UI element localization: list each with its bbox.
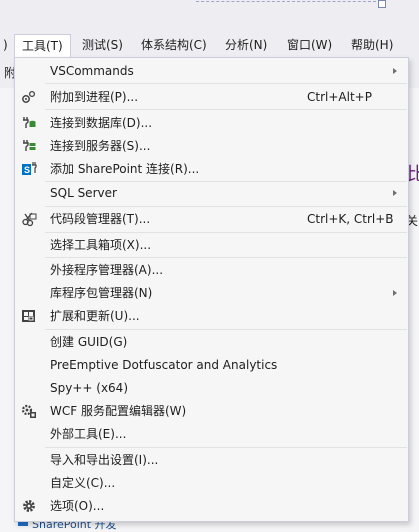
window-title-strip <box>0 0 419 34</box>
menu-item-label: 连接到数据库(D)... <box>50 116 153 130</box>
menubar-overflow-paren: ) <box>3 38 8 52</box>
code-snippet-icon <box>21 211 37 227</box>
menu-item-label: VSCommands <box>50 64 134 78</box>
submenu-arrow-icon <box>393 68 397 74</box>
menu-item-label: 代码段管理器(T)... <box>50 212 151 226</box>
connect-database-icon <box>21 115 37 131</box>
menu-item-label: WCF 服务配置编辑器(W) <box>50 404 187 418</box>
menu-item-label: 外接程序管理器(A)... <box>50 263 164 277</box>
menu-separator <box>45 232 407 233</box>
menu-item-choose-toolbox[interactable]: 选择工具箱项(X)... <box>15 234 408 256</box>
window-corner-box <box>378 0 386 8</box>
menu-item-label: 扩展和更新(U)... <box>50 309 140 323</box>
menu-separator <box>45 83 407 84</box>
menu-item-label: 附加到进程(P)... <box>50 90 139 104</box>
attach-process-icon <box>21 89 37 105</box>
submenu-arrow-icon <box>393 190 397 196</box>
menu-item-shortcut: Ctrl+K, Ctrl+B <box>307 212 394 226</box>
menubar-test[interactable]: 测试(S) <box>75 34 130 57</box>
menu-item-package-manager[interactable]: 库程序包管理器(N) <box>15 282 408 304</box>
menu-item-create-guid[interactable]: 创建 GUID(G) <box>15 331 408 353</box>
tools-dropdown-menu: VSCommands 附加到进程(P)... Ctrl+Alt+P 连接到数据库… <box>14 57 409 522</box>
menubar-tools[interactable]: 工具(T) <box>14 34 71 59</box>
menu-item-dotfuscator[interactable]: PreEmptive Dotfuscator and Analytics <box>15 354 408 376</box>
menu-bar: ) 工具(T) 测试(S) 体系结构(C) 分析(N) 窗口(W) 帮助(H) <box>0 34 419 59</box>
menu-separator <box>45 447 407 448</box>
menu-item-label: PreEmptive Dotfuscator and Analytics <box>50 358 278 372</box>
menu-item-label: 连接到服务器(S)... <box>50 139 151 153</box>
menu-item-add-sharepoint[interactable]: S 添加 SharePoint 连接(R)... <box>15 158 408 180</box>
menu-item-external-tools[interactable]: 外部工具(E)... <box>15 423 408 445</box>
submenu-arrow-icon <box>393 290 397 296</box>
menu-item-addin-manager[interactable]: 外接程序管理器(A)... <box>15 259 408 281</box>
menu-item-attach-process[interactable]: 附加到进程(P)... Ctrl+Alt+P <box>15 86 408 108</box>
menu-item-label: 外部工具(E)... <box>50 427 127 441</box>
menubar-architecture[interactable]: 体系结构(C) <box>134 34 214 57</box>
menu-item-customize[interactable]: 自定义(C)... <box>15 472 408 494</box>
menu-item-sql-server[interactable]: SQL Server <box>15 182 408 204</box>
wcf-config-icon <box>21 403 37 419</box>
menubar-analyze[interactable]: 分析(N) <box>218 34 274 57</box>
menu-separator <box>45 206 407 207</box>
menu-item-connect-database[interactable]: 连接到数据库(D)... <box>15 112 408 134</box>
menu-item-label: 创建 GUID(G) <box>50 335 128 349</box>
menu-separator <box>45 257 407 258</box>
menu-item-extensions-updates[interactable]: 扩展和更新(U)... <box>15 305 408 327</box>
menubar-window[interactable]: 窗口(W) <box>280 34 339 57</box>
focus-dashes <box>196 1 376 8</box>
menu-item-spy-plus-plus[interactable]: Spy++ (x64) <box>15 377 408 399</box>
menu-item-connect-server[interactable]: 连接到服务器(S)... <box>15 135 408 157</box>
menu-item-label: 选项(O)... <box>50 499 105 513</box>
connect-server-icon <box>21 138 37 154</box>
menu-item-label: 导入和导出设置(I)... <box>50 453 159 467</box>
menu-separator <box>45 329 407 330</box>
options-gear-icon <box>21 498 37 514</box>
menu-item-label: SQL Server <box>50 186 117 200</box>
menu-item-code-snippets[interactable]: 代码段管理器(T)... Ctrl+K, Ctrl+B <box>15 208 408 230</box>
menu-item-import-export-settings[interactable]: 导入和导出设置(I)... <box>15 449 408 471</box>
extensions-icon <box>21 308 37 324</box>
menu-item-label: 添加 SharePoint 连接(R)... <box>50 162 200 176</box>
menu-item-options[interactable]: 选项(O)... <box>15 495 408 517</box>
svg-text:S: S <box>24 165 30 175</box>
menu-item-wcf-config-editor[interactable]: WCF 服务配置编辑器(W) <box>15 400 408 422</box>
menu-item-label: Spy++ (x64) <box>50 381 128 395</box>
menu-item-label: 选择工具箱项(X)... <box>50 238 152 252</box>
menu-item-shortcut: Ctrl+Alt+P <box>307 90 372 104</box>
sharepoint-connection-icon: S <box>21 161 37 177</box>
menu-item-label: 库程序包管理器(N) <box>50 286 153 300</box>
menubar-help[interactable]: 帮助(H) <box>344 34 400 57</box>
menu-item-vscommands[interactable]: VSCommands <box>15 60 408 82</box>
menu-separator <box>45 109 407 110</box>
menu-item-label: 自定义(C)... <box>50 476 116 490</box>
